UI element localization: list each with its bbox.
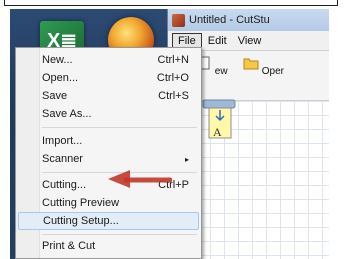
document-icon-letter: A [213, 125, 222, 139]
menu-item-label: Save As... [42, 108, 92, 120]
menu-separator [42, 234, 197, 235]
menu-item-shortcut: Ctrl+S [158, 90, 189, 102]
menu-item-label: Open... [42, 72, 79, 84]
window-title: Untitled - CutStu [189, 14, 270, 26]
menu-item-label: Import... [42, 135, 83, 147]
open-folder-icon [243, 58, 259, 70]
menu-item-save[interactable]: Save Ctrl+S [18, 87, 199, 105]
top-border [4, 0, 338, 6]
menu-item-label: Scanner [42, 153, 83, 165]
document-icon[interactable]: A [201, 98, 237, 142]
menu-item-shortcut: Ctrl+N [157, 54, 189, 66]
menu-separator [42, 127, 197, 128]
open-toolbar-label: Oper [261, 66, 285, 77]
open-toolbar-button[interactable]: Oper [243, 56, 284, 77]
new-toolbar-label: ew [214, 66, 228, 77]
menu-item-open[interactable]: Open... Ctrl+O [18, 69, 199, 87]
menu-item-label: Save [42, 90, 68, 102]
menu-item-scanner[interactable]: Scanner ▸ [18, 150, 199, 168]
menu-item-label: Cutting Preview [42, 197, 120, 209]
menu-item-new[interactable]: New... Ctrl+N [18, 51, 199, 69]
menu-edit[interactable]: Edit [203, 34, 232, 48]
annotation-arrow-icon [108, 170, 172, 188]
menu-item-label: Print & Cut [42, 240, 96, 252]
file-menu: New... Ctrl+N Open... Ctrl+O Save Ctrl+S… [15, 47, 202, 259]
menu-view[interactable]: View [233, 34, 267, 48]
menu-item-cutting-setup[interactable]: Cutting Setup... [18, 212, 199, 230]
menu-item-label: New... [42, 54, 73, 66]
submenu-arrow-icon: ▸ [184, 154, 189, 164]
menu-item-cutting-preview[interactable]: Cutting Preview [18, 194, 199, 212]
menu-item-import[interactable]: Import... [18, 132, 199, 150]
menu-item-label: Cutting Setup... [43, 215, 119, 227]
title-bar[interactable]: Untitled - CutStu [168, 9, 329, 31]
app-icon [172, 13, 185, 27]
menu-item-print-and-cut[interactable]: Print & Cut [18, 237, 199, 255]
menu-item-shortcut: Ctrl+O [156, 72, 189, 84]
menu-item-save-as[interactable]: Save As... [18, 105, 199, 123]
